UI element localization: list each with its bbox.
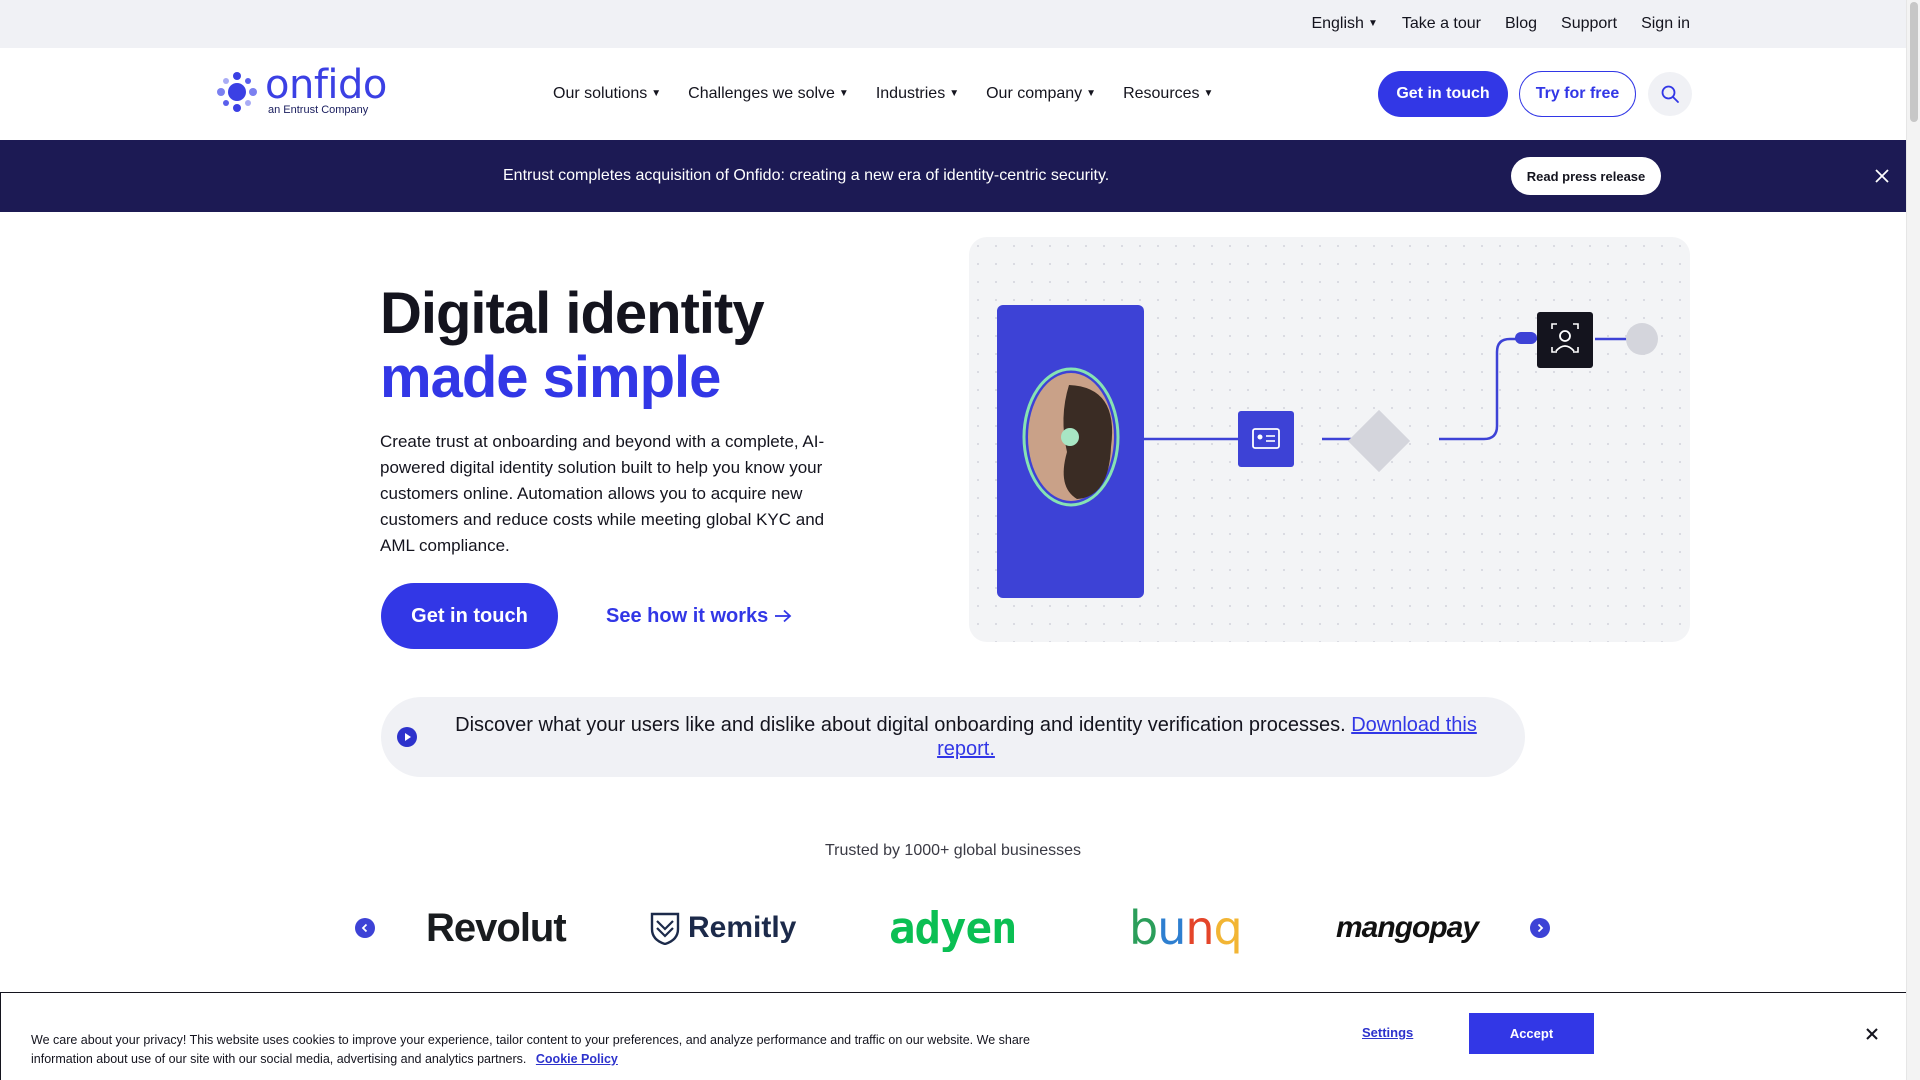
search-button[interactable]: [1648, 72, 1692, 116]
cookie-settings-button[interactable]: Settings: [1362, 1025, 1413, 1040]
try-for-free-button[interactable]: Try for free: [1519, 71, 1636, 117]
nav-label: Our solutions: [553, 85, 648, 102]
logo-tagline: an Entrust Company: [268, 104, 369, 116]
cookie-close-button[interactable]: [1862, 1024, 1882, 1044]
get-in-touch-button[interactable]: Get in touch: [1378, 71, 1508, 117]
trusted-heading: Trusted by 1000+ global businesses: [824, 842, 1081, 859]
diamond-shape: [1347, 409, 1411, 473]
nav-label: Resources: [1123, 85, 1200, 102]
utility-link-support[interactable]: Support: [1561, 15, 1617, 33]
see-how-it-works-link[interactable]: See how it works: [606, 583, 792, 649]
arrow-right-icon: [775, 609, 792, 623]
verification-flow-graphic: [997, 305, 1658, 598]
face-scan-icon: [1537, 312, 1593, 368]
cookie-accept-button[interactable]: Accept: [1469, 1013, 1594, 1054]
language-label: English: [1311, 15, 1364, 32]
logo-adyen: adyen: [889, 902, 1017, 954]
hero-title: Digital identity made simple: [380, 281, 765, 410]
report-description: Discover what your users like and dislik…: [455, 714, 1346, 736]
read-press-release-button[interactable]: Read press release: [1511, 157, 1661, 195]
hero-description: Create trust at onboarding and beyond wi…: [380, 432, 825, 555]
onfido-logo-icon: [217, 72, 257, 112]
bunq-letter-q: q: [1213, 901, 1243, 955]
logo-revolut: Revolut: [426, 905, 567, 950]
page-scrollbar[interactable]: [1906, 0, 1920, 1080]
search-icon: [1661, 85, 1679, 103]
logo-mangopay: mangopay: [1336, 911, 1479, 944]
cookie-policy-link[interactable]: Cookie Policy: [536, 1052, 618, 1066]
cookie-message: We care about your privacy! This website…: [31, 1033, 1030, 1066]
nav-item-solutions[interactable]: Our solutions ▼: [553, 85, 661, 103]
announcement-banner: Entrust completes acquisition of Onfido:…: [0, 140, 1906, 212]
caret-down-icon: ▼: [1086, 88, 1097, 99]
chevron-right-icon: [1537, 923, 1544, 933]
nav-label: Industries: [875, 85, 946, 102]
caret-down-icon: ▼: [1367, 18, 1378, 29]
cookie-banner: We care about your privacy! This website…: [0, 992, 1906, 1080]
utility-bar: English ▼ Take a tour Blog Support Sign …: [0, 0, 1906, 48]
bunq-letter-n: n: [1185, 901, 1214, 955]
remitly-shield-icon: [650, 912, 680, 945]
language-selector[interactable]: English ▼: [1311, 15, 1377, 33]
carousel-next-button[interactable]: [1530, 918, 1550, 938]
announcement-text: Entrust completes acquisition of Onfido:…: [503, 167, 1110, 184]
nav-item-resources[interactable]: Resources ▼: [1123, 85, 1213, 103]
nav-item-industries[interactable]: Industries ▼: [876, 85, 959, 103]
utility-link-sign-in[interactable]: Sign in: [1641, 15, 1690, 33]
play-icon[interactable]: [397, 727, 417, 747]
remitly-wordmark: Remitly: [688, 911, 797, 944]
close-icon: [1875, 169, 1889, 183]
hero-title-line-1: Digital identity: [380, 281, 765, 346]
hero-illustration: [969, 237, 1690, 642]
caret-down-icon: ▼: [651, 88, 662, 99]
close-icon: [1866, 1028, 1878, 1040]
report-strip: Discover what your users like and dislik…: [381, 697, 1525, 777]
nav-label: Challenges we solve: [688, 85, 835, 102]
cookie-text: We care about your privacy! This website…: [31, 1031, 1061, 1069]
bunq-letter-u: u: [1157, 901, 1186, 955]
nav-item-company[interactable]: Our company ▼: [986, 85, 1096, 103]
caret-down-icon: ▼: [838, 88, 849, 99]
scrollbar-thumb[interactable]: [1910, 2, 1918, 122]
caret-down-icon: ▼: [1203, 88, 1214, 99]
utility-link-blog[interactable]: Blog: [1505, 15, 1537, 33]
hero-get-in-touch-button[interactable]: Get in touch: [381, 583, 558, 649]
primary-menu: Our solutions ▼ Challenges we solve ▼ Indu…: [553, 48, 1213, 140]
chevron-left-icon: [361, 923, 368, 933]
logo-bunq: bunq: [1129, 900, 1243, 956]
id-card-icon: [1238, 411, 1294, 467]
caret-down-icon: ▼: [949, 88, 960, 99]
nav-label: Our company: [986, 85, 1083, 102]
carousel-prev-button[interactable]: [355, 918, 375, 938]
hero-title-line-2: made simple: [380, 345, 721, 410]
main-nav: onfido an Entrust Company Our solutions ▼…: [0, 48, 1906, 140]
report-text: Discover what your users like and dislik…: [441, 713, 1491, 761]
nav-item-challenges[interactable]: Challenges we solve ▼: [688, 85, 849, 103]
utility-links: English ▼ Take a tour Blog Support Sign …: [1311, 0, 1690, 48]
see-how-it-works-label: See how it works: [606, 604, 769, 627]
site-logo[interactable]: onfido an Entrust Company: [215, 62, 387, 120]
bunq-letter-b: b: [1129, 901, 1158, 955]
utility-link-tour[interactable]: Take a tour: [1402, 15, 1481, 33]
announcement-close-button[interactable]: [1868, 162, 1896, 190]
logo-remitly: Remitly: [650, 900, 796, 956]
logo-wordmark: onfido: [265, 62, 387, 108]
